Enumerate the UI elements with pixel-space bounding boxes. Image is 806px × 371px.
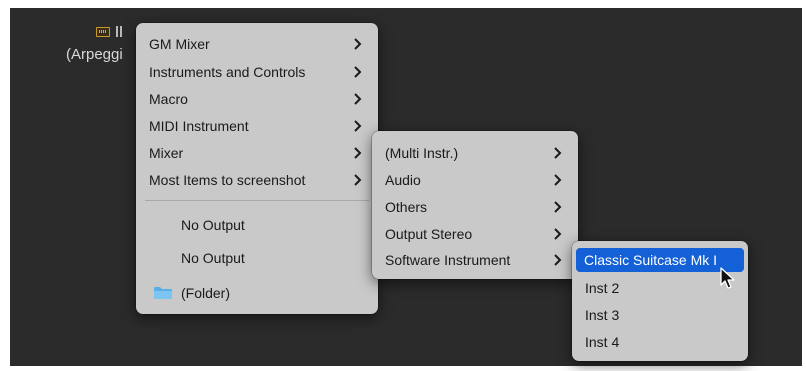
menu-item-inst-3[interactable]: Inst 3 <box>577 303 743 327</box>
menu-item-label: GM Mixer <box>149 36 210 52</box>
menu-item-output-stereo[interactable]: Output Stereo <box>377 222 573 246</box>
menu-item-label: Audio <box>385 172 421 188</box>
menu-item-label: Macro <box>149 91 188 107</box>
menu-item-label: No Output <box>181 250 245 266</box>
menu-item-mixer[interactable]: Mixer <box>141 141 373 165</box>
menu-item-macro[interactable]: Macro <box>141 87 373 111</box>
menu-item-classic-suitcase[interactable]: Classic Suitcase Mk I <box>576 248 744 272</box>
chevron-right-icon <box>354 38 362 50</box>
menu-item-label: MIDI Instrument <box>149 118 249 134</box>
folder-icon <box>154 287 172 299</box>
context-menu-main: GM Mixer Instruments and Controls Macro … <box>136 23 378 314</box>
menu-item-instruments-and-controls[interactable]: Instruments and Controls <box>141 60 373 84</box>
menu-item-label: Inst 3 <box>585 307 620 323</box>
chevron-right-icon <box>354 174 362 186</box>
keyboard-instrument-icon <box>96 27 110 37</box>
menu-item-audio[interactable]: Audio <box>377 168 573 192</box>
chevron-right-icon <box>354 66 362 78</box>
menu-item-label: Classic Suitcase Mk I <box>584 252 718 268</box>
menu-separator <box>145 200 369 201</box>
chevron-right-icon <box>554 174 562 186</box>
menu-item-label: Mixer <box>149 145 184 161</box>
menu-item-no-output[interactable]: No Output <box>141 213 373 237</box>
track-glyph-icon <box>116 26 122 37</box>
chevron-right-icon <box>554 147 562 159</box>
menu-item-multi-instr[interactable]: (Multi Instr.) <box>377 141 573 165</box>
chevron-right-icon <box>354 120 362 132</box>
menu-item-software-instrument[interactable]: Software Instrument <box>377 248 573 272</box>
menu-item-folder[interactable]: (Folder) <box>141 281 373 305</box>
menu-item-label: No Output <box>181 217 245 233</box>
menu-item-label: (Multi Instr.) <box>385 145 459 161</box>
menu-item-label: Software Instrument <box>385 252 511 268</box>
menu-item-label: Others <box>385 199 428 215</box>
chevron-right-icon <box>554 228 562 240</box>
menu-item-gm-mixer[interactable]: GM Mixer <box>141 32 373 56</box>
menu-item-label: Output Stereo <box>385 226 473 242</box>
menu-item-inst-4[interactable]: Inst 4 <box>577 330 743 354</box>
menu-item-others[interactable]: Others <box>377 195 573 219</box>
menu-item-most-items[interactable]: Most Items to screenshot <box>141 168 373 192</box>
menu-item-label: Instruments and Controls <box>149 64 306 80</box>
track-label: (Arpeggi <box>66 46 123 63</box>
chevron-right-icon <box>354 147 362 159</box>
context-menu-mixer: (Multi Instr.) Audio Others Output Stere… <box>372 131 578 279</box>
menu-item-midi-instrument[interactable]: MIDI Instrument <box>141 114 373 138</box>
mouse-pointer-icon <box>720 267 735 289</box>
chevron-right-icon <box>554 201 562 213</box>
menu-item-no-output[interactable]: No Output <box>141 246 373 270</box>
menu-item-inst-2[interactable]: Inst 2 <box>577 276 743 300</box>
context-menu-software-instrument: Classic Suitcase Mk I Inst 2 Inst 3 Inst… <box>572 241 748 361</box>
chevron-right-icon <box>554 254 562 266</box>
menu-item-label: Most Items to screenshot <box>149 172 306 188</box>
menu-item-label: Inst 4 <box>585 334 620 350</box>
chevron-right-icon <box>354 93 362 105</box>
menu-item-label: Inst 2 <box>585 280 620 296</box>
